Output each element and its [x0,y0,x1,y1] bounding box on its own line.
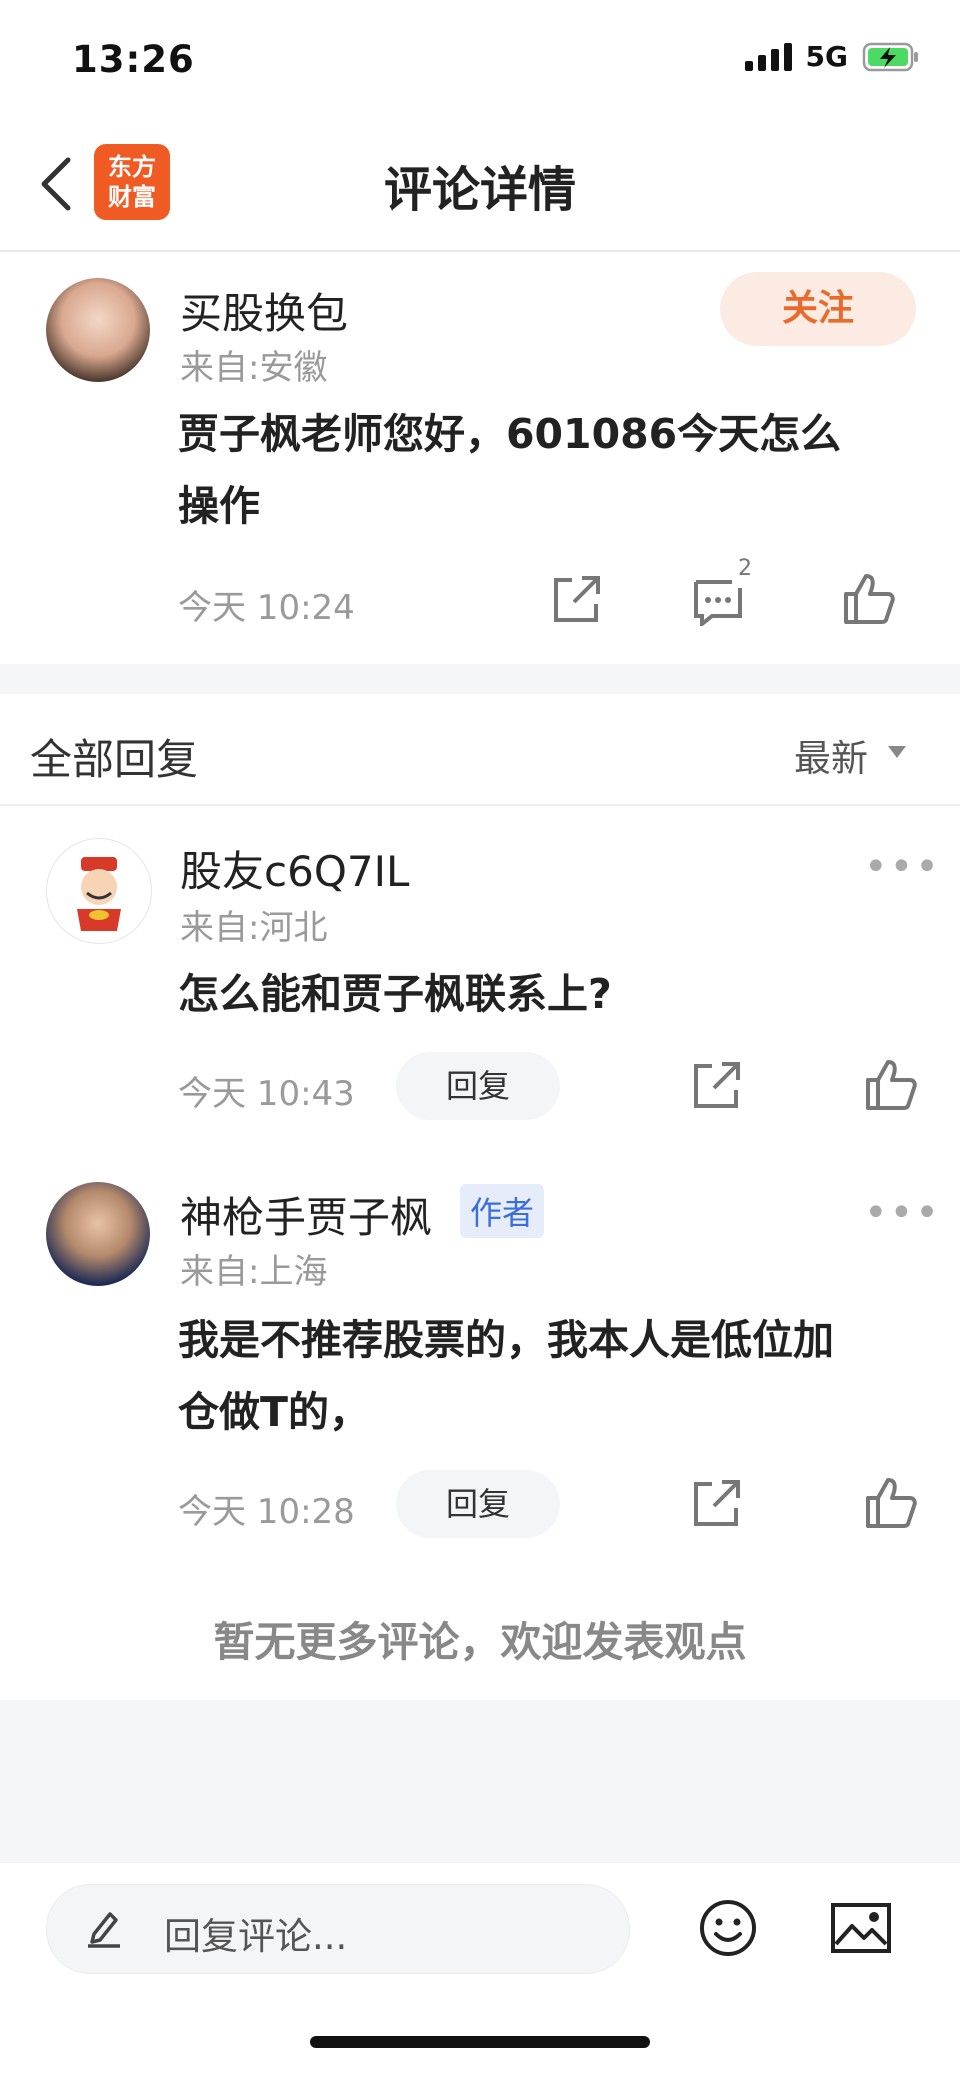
divider [0,804,960,806]
home-indicator[interactable] [310,2036,650,2048]
avatar[interactable] [46,278,150,382]
share-icon[interactable] [550,574,604,626]
user-location: 来自:安徽 [180,348,328,388]
section-divider [0,664,960,694]
reply-location: 来自:上海 [180,1252,328,1292]
no-more-comments-text: 暂无更多评论，欢迎发表观点 [213,1618,747,1666]
caishen-avatar-icon [77,857,121,931]
caret-down-icon[interactable] [888,746,906,758]
status-indicators: 5G [744,40,920,73]
avatar[interactable] [46,1182,150,1286]
reply-content-line2: 仓做T的， [178,1388,370,1436]
network-label: 5G [805,40,848,73]
reply-time: 今天 10:43 [178,1074,355,1114]
reply-button[interactable]: 回复 [396,1052,560,1120]
like-icon[interactable] [864,1476,918,1530]
replies-title: 全部回复 [30,735,199,784]
comment-time: 今天 10:24 [178,588,355,628]
like-icon[interactable] [864,1058,918,1112]
reply-time: 今天 10:28 [178,1492,355,1532]
status-time: 13:26 [72,38,195,81]
comment-content-line1: 贾子枫老师您好，601086今天怎么 [178,410,842,458]
more-icon[interactable]: ••• [864,844,941,890]
signal-icon [744,42,792,71]
reply-location: 来自:河北 [180,908,328,948]
battery-icon [862,42,918,71]
reply-input-placeholder[interactable]: 回复评论... [164,1906,347,1960]
share-icon[interactable] [690,1060,744,1112]
comment-content-line2: 操作 [178,482,260,530]
reply-button[interactable]: 回复 [396,1470,560,1538]
share-icon[interactable] [690,1478,744,1530]
image-icon[interactable] [830,1902,892,1954]
follow-button[interactable]: 关注 [720,272,916,346]
reply-user-name[interactable]: 股友c6Q7IL [180,838,409,899]
comment-count: 2 [738,556,752,581]
more-icon[interactable]: ••• [864,1190,941,1236]
reply-content: 怎么能和贾子枫联系上? [178,970,612,1018]
sort-selector[interactable]: 最新 [794,728,868,782]
reply-content-line1: 我是不推荐股票的，我本人是低位加 [178,1316,834,1364]
user-name[interactable]: 买股换包 [180,280,348,341]
reply-user-name[interactable]: 神枪手贾子枫 [180,1184,432,1245]
avatar[interactable] [46,838,152,944]
pencil-icon [86,1908,122,1948]
like-icon[interactable] [842,572,896,626]
empty-area [0,1700,960,1862]
author-badge: 作者 [460,1184,545,1238]
emoji-icon[interactable] [698,1898,758,1958]
page-title: 评论详情 [383,162,576,218]
